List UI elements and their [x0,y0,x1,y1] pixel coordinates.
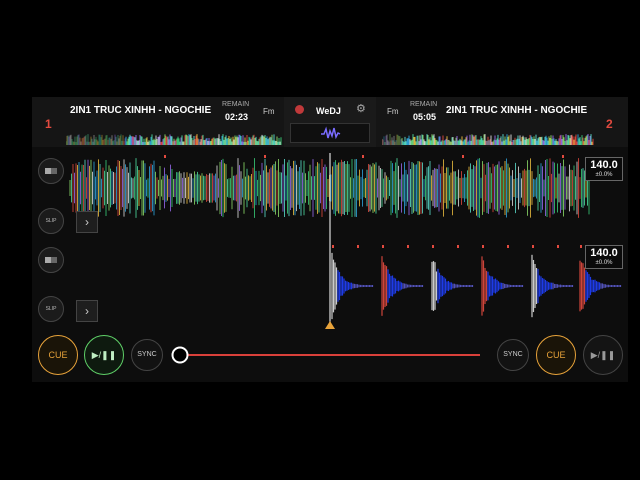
waveform-icon [321,126,341,140]
deck-2-sync-button[interactable]: SYNC [497,339,529,371]
crossfader[interactable] [170,345,490,365]
beat-marker [407,245,409,248]
beat-marker [164,155,166,158]
deck-1-slip-button[interactable]: SLIP [38,208,64,234]
deck-1-bpm-value: 140.0 [590,159,618,171]
beat-marker [264,155,266,158]
deck-1-bpm-display[interactable]: 140.0 ±0.0% [585,157,623,181]
beat-marker [482,245,484,248]
deck-2-pitch-value: ±0.0% [595,260,613,266]
beat-marker [580,245,582,248]
deck-2-view-toggle[interactable] [38,247,64,273]
deck-2-track-title[interactable]: 2IN1 TRUC XINHH - NGOCHIE [446,105,592,116]
beat-marker [557,245,559,248]
beat-marker [462,155,464,158]
wedj-app: 1 2IN1 TRUC XINHH - NGOCHIE REMAIN 02:23… [32,97,628,382]
deck-2-remain-time: 05:05 [413,112,437,122]
deck-1-remain-time: 02:23 [225,112,249,122]
deck-1-number: 1 [45,117,52,131]
beat-marker [507,245,509,248]
beat-marker [382,245,384,248]
deck-2-cue-button[interactable]: CUE [536,335,576,375]
deck-2-remain-label: REMAIN [410,101,438,108]
deck-1-pitch-value: ±0.0% [595,172,613,178]
deck-2-play-pause-button[interactable]: ▶/❚❚ [583,335,623,375]
deck-1-key: Fm [263,107,275,116]
deck-1-view-toggle[interactable] [38,158,64,184]
beat-marker [532,245,534,248]
deck-2-slip-button[interactable]: SLIP [38,296,64,322]
deck-1-track-title[interactable]: 2IN1 TRUC XINHH - NGOCHIE [70,105,216,116]
deck-1-cue-button[interactable]: CUE [38,335,78,375]
gear-icon[interactable]: ⚙ [356,102,366,115]
beat-marker [432,245,434,248]
beat-marker [562,155,564,158]
deck-2-bpm-display[interactable]: 140.0 ±0.0% [585,245,623,269]
playhead [325,153,335,329]
deck-2-expand-chevron-icon[interactable]: › [76,300,98,322]
deck-1-overview-svg [66,134,282,145]
deck-1-remain-label: REMAIN [222,101,250,108]
wedj-logo: WeDJ [316,106,341,116]
deck-2-overview-svg [382,134,594,145]
center-panel: WeDJ ⚙ [284,97,376,147]
crossfader-knob[interactable] [171,346,189,364]
beat-marker [362,155,364,158]
beat-marker [457,245,459,248]
record-icon[interactable] [295,105,304,114]
deck-1-header: 1 2IN1 TRUC XINHH - NGOCHIE REMAIN 02:23… [32,97,284,147]
deck-1-view-icon [45,168,57,174]
waveform-view-button[interactable] [290,123,370,143]
deck-2-bpm-value: 140.0 [590,247,618,259]
deck-1-overview-waveform[interactable] [66,125,282,145]
deck-2-key: Fm [387,107,399,116]
deck-2-number: 2 [606,117,613,131]
deck-1-expand-chevron-icon[interactable]: › [76,211,98,233]
deck-1-play-pause-button[interactable]: ▶/❚❚ [84,335,124,375]
beat-marker [357,245,359,248]
deck-2-view-icon [45,257,57,263]
deck-2-overview-waveform[interactable] [382,125,594,145]
deck-1-sync-button[interactable]: SYNC [131,339,163,371]
deck-2-header: Fm REMAIN 05:05 2IN1 TRUC XINHH - NGOCHI… [376,97,628,147]
